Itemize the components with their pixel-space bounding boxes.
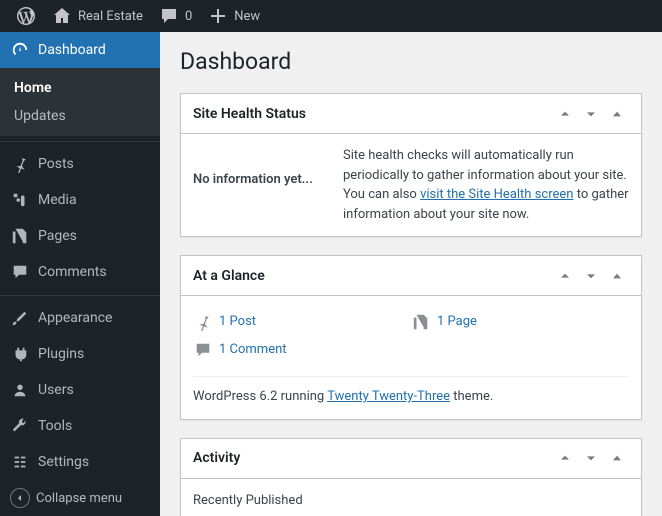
wordpress-version: WordPress 6.2 running Twenty Twenty-Thre… <box>193 376 629 407</box>
menu-label: Dashboard <box>38 42 106 58</box>
new-label: New <box>234 9 260 24</box>
glance-label: 1 Post <box>219 312 256 332</box>
pushpin-icon <box>10 154 30 174</box>
site-name-label: Real Estate <box>78 9 143 24</box>
submenu-updates[interactable]: Updates <box>0 102 160 130</box>
move-down-button[interactable] <box>579 264 603 288</box>
widget-header: Site Health Status <box>181 94 641 134</box>
page-icon <box>411 312 431 332</box>
wrench-icon <box>10 416 30 436</box>
home-icon <box>52 6 72 26</box>
brush-icon <box>10 308 30 328</box>
page-icon <box>10 226 30 246</box>
glance-label: 1 Page <box>437 312 477 332</box>
widget-title: At a Glance <box>193 268 553 284</box>
site-health-status: No information yet... <box>193 146 343 190</box>
menu-posts[interactable]: Posts <box>0 146 160 182</box>
admin-sidebar: Dashboard Home Updates Posts Media Pages… <box>0 32 160 516</box>
widget-actions <box>553 264 629 288</box>
menu-label: Plugins <box>38 346 84 362</box>
glance-posts[interactable]: 1 Post <box>193 308 411 336</box>
site-name-menu[interactable]: Real Estate <box>44 0 151 32</box>
glance-pages[interactable]: 1 Page <box>411 308 629 336</box>
menu-pages[interactable]: Pages <box>0 218 160 254</box>
submenu-dashboard: Home Updates <box>0 68 160 136</box>
widget-title: Site Health Status <box>193 106 553 122</box>
glance-label: 1 Comment <box>219 340 287 360</box>
widget-body: 1 Post 1 Page 1 Comment WordPress 6.2 ru… <box>181 296 641 419</box>
toggle-button[interactable] <box>605 264 629 288</box>
collapse-icon <box>10 488 30 508</box>
collapse-label: Collapse menu <box>36 491 122 506</box>
widget-actions <box>553 446 629 470</box>
glance-items: 1 Post 1 Page 1 Comment <box>193 308 629 364</box>
widget-title: Activity <box>193 450 553 466</box>
text: theme. <box>450 389 493 404</box>
comment-icon <box>193 340 213 360</box>
menu-tools[interactable]: Tools <box>0 408 160 444</box>
move-down-button[interactable] <box>579 102 603 126</box>
comment-icon <box>159 6 179 26</box>
menu-label: Pages <box>38 228 77 244</box>
menu-label: Users <box>38 382 74 398</box>
menu-separator <box>0 294 160 296</box>
menu-media[interactable]: Media <box>0 182 160 218</box>
menu-label: Comments <box>38 264 107 280</box>
site-health-link[interactable]: visit the Site Health screen <box>420 187 573 202</box>
menu-settings[interactable]: Settings <box>0 444 160 480</box>
text: WordPress 6.2 running <box>193 389 327 404</box>
wp-logo-menu[interactable] <box>8 0 44 32</box>
main-content: Dashboard Site Health Status No informat… <box>160 32 662 516</box>
collapse-menu[interactable]: Collapse menu <box>0 480 160 516</box>
settings-icon <box>10 452 30 472</box>
recently-published-heading: Recently Published <box>193 491 629 511</box>
widget-header: At a Glance <box>181 256 641 296</box>
glance-comments[interactable]: 1 Comment <box>193 336 411 364</box>
menu-label: Media <box>38 192 77 208</box>
site-health-description: Site health checks will automatically ru… <box>343 146 629 224</box>
menu-appearance[interactable]: Appearance <box>0 300 160 336</box>
comment-icon <box>10 262 30 282</box>
plugin-icon <box>10 344 30 364</box>
site-health-widget: Site Health Status No information yet...… <box>180 93 642 237</box>
menu-separator <box>0 140 160 142</box>
menu-label: Settings <box>38 454 89 470</box>
menu-plugins[interactable]: Plugins <box>0 336 160 372</box>
menu-label: Posts <box>38 156 74 172</box>
comments-menu[interactable]: 0 <box>151 0 200 32</box>
menu-comments[interactable]: Comments <box>0 254 160 290</box>
move-up-button[interactable] <box>553 446 577 470</box>
widget-header: Activity <box>181 439 641 479</box>
activity-widget: Activity Recently Published <box>180 438 642 516</box>
admin-bar: Real Estate 0 New <box>0 0 662 32</box>
comments-count: 0 <box>185 9 192 24</box>
widget-actions <box>553 102 629 126</box>
dashboard-icon <box>10 40 30 60</box>
move-up-button[interactable] <box>553 102 577 126</box>
menu-dashboard[interactable]: Dashboard <box>0 32 160 68</box>
move-down-button[interactable] <box>579 446 603 470</box>
plus-icon <box>208 6 228 26</box>
page-title: Dashboard <box>180 48 642 75</box>
user-icon <box>10 380 30 400</box>
move-up-button[interactable] <box>553 264 577 288</box>
at-a-glance-widget: At a Glance 1 Post 1 Page <box>180 255 642 420</box>
media-icon <box>10 190 30 210</box>
new-content-menu[interactable]: New <box>200 0 268 32</box>
menu-users[interactable]: Users <box>0 372 160 408</box>
widget-body: No information yet... Site health checks… <box>181 134 641 236</box>
pushpin-icon <box>193 312 213 332</box>
widget-body: Recently Published <box>181 479 641 516</box>
menu-label: Appearance <box>38 310 112 326</box>
toggle-button[interactable] <box>605 102 629 126</box>
wordpress-icon <box>16 6 36 26</box>
menu-label: Tools <box>38 418 72 434</box>
toggle-button[interactable] <box>605 446 629 470</box>
submenu-home[interactable]: Home <box>0 74 160 102</box>
theme-link[interactable]: Twenty Twenty-Three <box>327 389 450 404</box>
